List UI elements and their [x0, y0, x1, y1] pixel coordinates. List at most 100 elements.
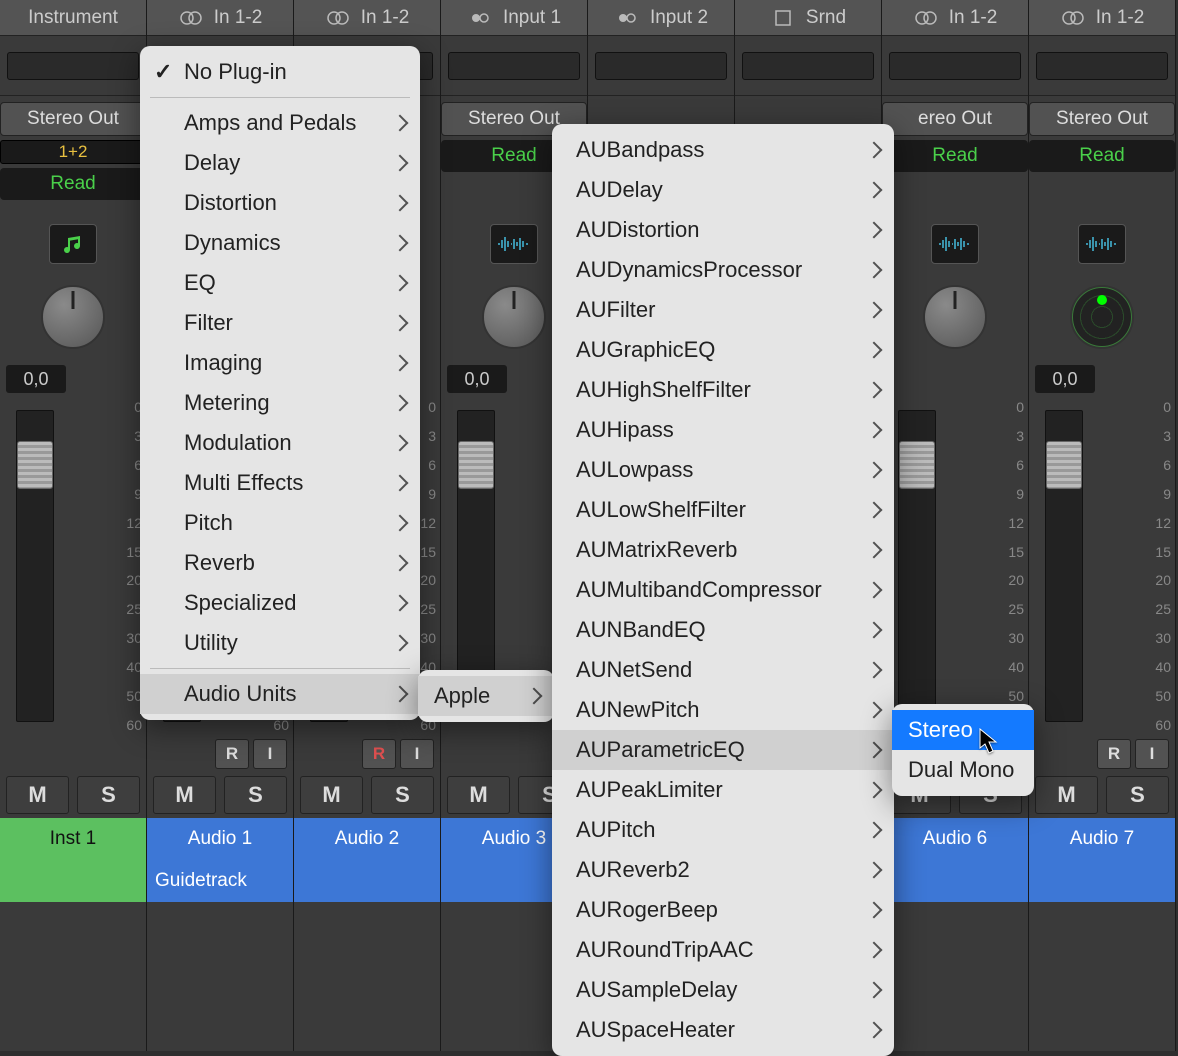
fader[interactable]	[888, 402, 1022, 730]
sends-indicator[interactable]: 1+2	[0, 140, 146, 164]
menu-item-aurogerbeep[interactable]: AURogerBeep	[552, 890, 894, 930]
menu-item-metering[interactable]: Metering	[140, 383, 420, 423]
menu-item-modulation[interactable]: Modulation	[140, 423, 420, 463]
input-monitor-button[interactable]: I	[253, 739, 287, 769]
track-group-label[interactable]	[1029, 860, 1175, 902]
solo-button[interactable]: S	[77, 776, 140, 814]
fader[interactable]	[1035, 402, 1169, 730]
menu-item-aulowshelffilter[interactable]: AULowShelfFilter	[552, 490, 894, 530]
pan-knob[interactable]	[482, 285, 546, 349]
menu-item-delay[interactable]: Delay	[140, 143, 420, 183]
menu-item-pitch[interactable]: Pitch	[140, 503, 420, 543]
pan-knob[interactable]	[923, 285, 987, 349]
track-group-label[interactable]	[882, 860, 1028, 902]
mute-button[interactable]: M	[153, 776, 216, 814]
output-selector[interactable]: Stereo Out	[0, 102, 146, 136]
output-selector[interactable]: ereo Out	[882, 102, 1028, 136]
menu-item-aunewpitch[interactable]: AUNewPitch	[552, 690, 894, 730]
menu-item-aunbandeq[interactable]: AUNBandEQ	[552, 610, 894, 650]
menu-audio-units[interactable]: Audio Units	[140, 674, 420, 714]
input-monitor-button[interactable]: I	[400, 739, 434, 769]
menu-stereo[interactable]: Stereo	[892, 710, 1034, 750]
menu-item-auhighshelffilter[interactable]: AUHighShelfFilter	[552, 370, 894, 410]
record-enable-button[interactable]: R	[1097, 739, 1131, 769]
track-icon-waveform[interactable]	[931, 224, 979, 264]
menu-item-multi-effects[interactable]: Multi Effects	[140, 463, 420, 503]
channel-input-selector[interactable]: Instrument	[0, 0, 146, 36]
menu-item-aupeaklimiter[interactable]: AUPeakLimiter	[552, 770, 894, 810]
track-name[interactable]: Audio 2	[294, 818, 440, 860]
track-group-label[interactable]	[294, 860, 440, 902]
track-name[interactable]: Audio 1	[147, 818, 293, 860]
automation-mode-button[interactable]: Read	[1029, 140, 1175, 172]
channel-input-selector[interactable]: Srnd	[735, 0, 881, 36]
menu-item-aunetsend[interactable]: AUNetSend	[552, 650, 894, 690]
menu-item-eq[interactable]: EQ	[140, 263, 420, 303]
record-enable-button[interactable]: R	[362, 739, 396, 769]
menu-no-plugin[interactable]: No Plug-in	[140, 52, 420, 92]
menu-item-filter[interactable]: Filter	[140, 303, 420, 343]
menu-item-aumatrixreverb[interactable]: AUMatrixReverb	[552, 530, 894, 570]
menu-item-distortion[interactable]: Distortion	[140, 183, 420, 223]
track-group-label[interactable]: Guidetrack	[147, 860, 293, 902]
fader[interactable]	[6, 402, 140, 730]
solo-button[interactable]: S	[1106, 776, 1169, 814]
channel-input-selector[interactable]: In 1-2	[147, 0, 293, 36]
menu-item-utility[interactable]: Utility	[140, 623, 420, 663]
channel-input-selector[interactable]: Input 2	[588, 0, 734, 36]
solo-button[interactable]: S	[224, 776, 287, 814]
mute-button[interactable]: M	[6, 776, 69, 814]
menu-apple[interactable]: Apple	[418, 676, 554, 716]
menu-item-auparametriceq[interactable]: AUParametricEQ	[552, 730, 894, 770]
insert-slot[interactable]	[742, 52, 874, 80]
menu-item-imaging[interactable]: Imaging	[140, 343, 420, 383]
track-group-label[interactable]	[0, 860, 146, 902]
channel-input-selector[interactable]: In 1-2	[294, 0, 440, 36]
automation-mode-button[interactable]: Read	[882, 140, 1028, 172]
input-monitor-button[interactable]: I	[1135, 739, 1169, 769]
menu-item-specialized[interactable]: Specialized	[140, 583, 420, 623]
menu-item-dynamics[interactable]: Dynamics	[140, 223, 420, 263]
pan-value[interactable]: 0,0	[447, 365, 507, 393]
track-icon-music[interactable]	[49, 224, 97, 264]
menu-item-aubandpass[interactable]: AUBandpass	[552, 130, 894, 170]
automation-mode-button[interactable]: Read	[0, 168, 146, 200]
menu-item-audynamicsprocessor[interactable]: AUDynamicsProcessor	[552, 250, 894, 290]
output-selector[interactable]: Stereo Out	[1029, 102, 1175, 136]
menu-item-reverb[interactable]: Reverb	[140, 543, 420, 583]
insert-slot[interactable]	[7, 52, 139, 80]
menu-item-augraphiceq[interactable]: AUGraphicEQ	[552, 330, 894, 370]
insert-slot[interactable]	[1036, 52, 1168, 80]
mute-button[interactable]: M	[447, 776, 510, 814]
track-icon-waveform[interactable]	[490, 224, 538, 264]
menu-item-ausampledelay[interactable]: AUSampleDelay	[552, 970, 894, 1010]
insert-slot[interactable]	[889, 52, 1021, 80]
mute-button[interactable]: M	[300, 776, 363, 814]
insert-slot[interactable]	[448, 52, 580, 80]
menu-item-aupitch[interactable]: AUPitch	[552, 810, 894, 850]
menu-item-auspaceheater[interactable]: AUSpaceHeater	[552, 1010, 894, 1050]
menu-item-audistortion[interactable]: AUDistortion	[552, 210, 894, 250]
pan-value[interactable]: 0,0	[1035, 365, 1095, 393]
solo-button[interactable]: S	[371, 776, 434, 814]
menu-item-aureverb2[interactable]: AUReverb2	[552, 850, 894, 890]
record-enable-button[interactable]: R	[215, 739, 249, 769]
menu-dual-mono[interactable]: Dual Mono	[892, 750, 1034, 790]
channel-input-selector[interactable]: In 1-2	[1029, 0, 1175, 36]
pan-knob[interactable]	[41, 285, 105, 349]
channel-input-selector[interactable]: In 1-2	[882, 0, 1028, 36]
surround-panner[interactable]	[1070, 285, 1134, 349]
track-name[interactable]: Audio 6	[882, 818, 1028, 860]
menu-item-audelay[interactable]: AUDelay	[552, 170, 894, 210]
menu-item-auhipass[interactable]: AUHipass	[552, 410, 894, 450]
menu-item-aumultibandcompressor[interactable]: AUMultibandCompressor	[552, 570, 894, 610]
channel-input-selector[interactable]: Input 1	[441, 0, 587, 36]
menu-item-aulowpass[interactable]: AULowpass	[552, 450, 894, 490]
track-name[interactable]: Audio 7	[1029, 818, 1175, 860]
insert-slot[interactable]	[595, 52, 727, 80]
menu-item-auroundtripaac[interactable]: AURoundTripAAC	[552, 930, 894, 970]
menu-item-amps-and-pedals[interactable]: Amps and Pedals	[140, 103, 420, 143]
track-icon-waveform[interactable]	[1078, 224, 1126, 264]
pan-value[interactable]: 0,0	[6, 365, 66, 393]
track-name[interactable]: Inst 1	[0, 818, 146, 860]
